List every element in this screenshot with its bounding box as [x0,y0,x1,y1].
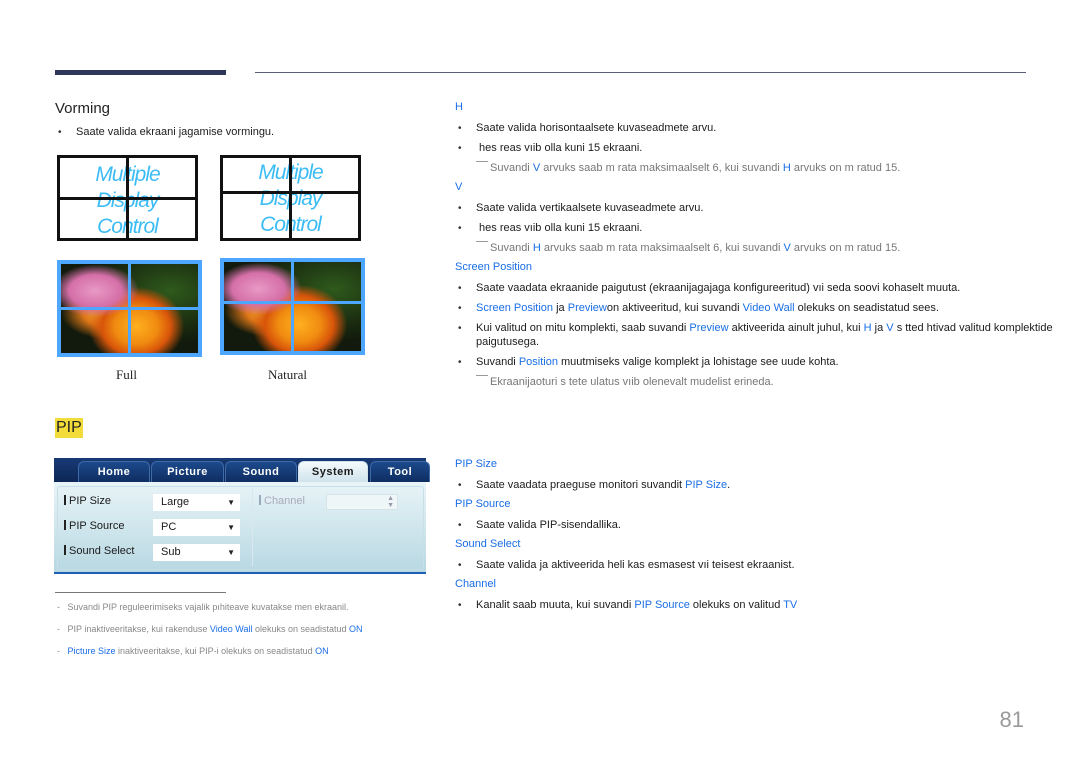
header-rule [255,72,1026,73]
settings-body: PIP Size Large ▼ PIP Source PC ▼ Sound Sel… [54,482,426,574]
footnote: - PIP inaktiveeritakse, kui rakenduse Vi… [57,624,363,634]
screen-position-bullet: • Screen Position ja Previewon aktiveerit… [458,302,939,314]
caption-full: Full [116,367,137,382]
tab-bar: Home Picture Sound System Tool [54,458,430,482]
note-dash-icon [476,241,488,242]
footnote-rule [55,592,226,593]
grid-divider [60,196,195,200]
grid-divider [223,190,358,194]
heading-screen-position: Screen Position [455,261,533,273]
heading-pip-size: PIP Size [455,458,497,470]
h-bullet: • Saate valida horisontaalsete kuvaseadme… [458,122,717,134]
dropdown-arrow-icon: ▼ [227,498,235,507]
pip-size-bullet: • Saate vaadata praeguse monitori suvandi… [458,479,731,491]
select-sound-select[interactable]: Sub ▼ [153,544,240,561]
section-title-pip: PIP [55,418,83,438]
section-title-vorming: Vorming [55,100,111,117]
h-bullet: • hes reas vıib olla kuni 15 ekraani. [458,142,643,154]
format-preview-full-text[interactable]: Multiple Display Control [57,155,198,241]
heading-h: H [455,101,463,113]
select-pip-source[interactable]: PC ▼ [153,519,240,536]
dropdown-arrow-icon: ▼ [227,523,235,532]
grid-divider [289,158,292,238]
pip-source-bullet: • Saate valida PIP-sisendallika. [458,519,621,531]
v-note: Suvandi H arvuks saab m rata maksimaalse… [476,241,900,255]
channel-bullet: • Kanalit saab muuta, kui suvandi PIP Sou… [458,599,798,611]
footnote: - Suvandi PIP reguleerimiseks vajalik pı… [57,602,349,612]
v-bullet: • Saate valida vertikaalsete kuvaseadmete… [458,202,704,214]
screen-position-bullet: • Suvandi Position muutmiseks valige komp… [458,356,839,368]
screen-position-note: Ekraanijaoturi s tete ulatus vıib olenev… [476,375,774,389]
spinner-arrows-icon: ▲ ▼ [387,495,394,509]
caption-natural: Natural [268,367,307,382]
screen-position-bullet-cont: paigutusega. [476,336,539,348]
heading-sound-select: Sound Select [455,538,521,550]
v-bullet: • hes reas vıib olla kuni 15 ekraani. [458,222,643,234]
screen-position-bullet: • Kui valitud on mitu komplekti, saab suv… [458,322,1053,334]
select-pip-size[interactable]: Large ▼ [153,494,240,511]
panel-divider [252,488,253,566]
channel-spinner[interactable]: ▲ ▼ [326,494,398,510]
sound-select-bullet: • Saate valida ja aktiveerida heli kas es… [458,559,795,571]
screen-position-bullet: • Saate vaadata ekraanide paigutust (ekra… [458,282,961,294]
grid-divider [224,300,361,304]
grid-divider [291,262,294,351]
heading-channel: Channel [455,578,496,590]
tab-system[interactable]: System [298,461,368,482]
footnote: - Picture Size inaktiveeritakse, kui PIP… [57,646,329,656]
format-image-natural[interactable] [220,258,365,355]
tab-sound[interactable]: Sound [225,461,297,482]
format-image-full[interactable] [57,260,202,357]
heading-v: V [455,181,463,193]
tab-home[interactable]: Home [78,461,150,482]
grid-divider [61,307,198,310]
vorming-bullet: • Saate valida ekraani jagamise vormingu. [58,126,275,138]
label-sound-select: Sound Select [64,545,134,557]
label-channel: Channel [259,495,305,507]
h-note: Suvandi V arvuks saab m rata maksimaalse… [476,161,900,175]
heading-pip-source: PIP Source [455,498,511,510]
bullet-icon: • [58,127,62,138]
tab-picture[interactable]: Picture [151,461,224,482]
header-accent-bar [55,70,226,75]
label-pip-size: PIP Size [64,495,111,507]
dropdown-arrow-icon: ▼ [227,548,235,557]
tab-tool[interactable]: Tool [370,461,430,482]
label-pip-source: PIP Source [64,520,124,532]
format-preview-natural-text[interactable]: Multiple Display Control [220,155,361,241]
note-dash-icon [476,375,488,376]
pip-settings-panel: Home Picture Sound System Tool PIP Size … [54,458,430,574]
page-number: 81 [999,707,1024,732]
note-dash-icon [476,161,488,162]
